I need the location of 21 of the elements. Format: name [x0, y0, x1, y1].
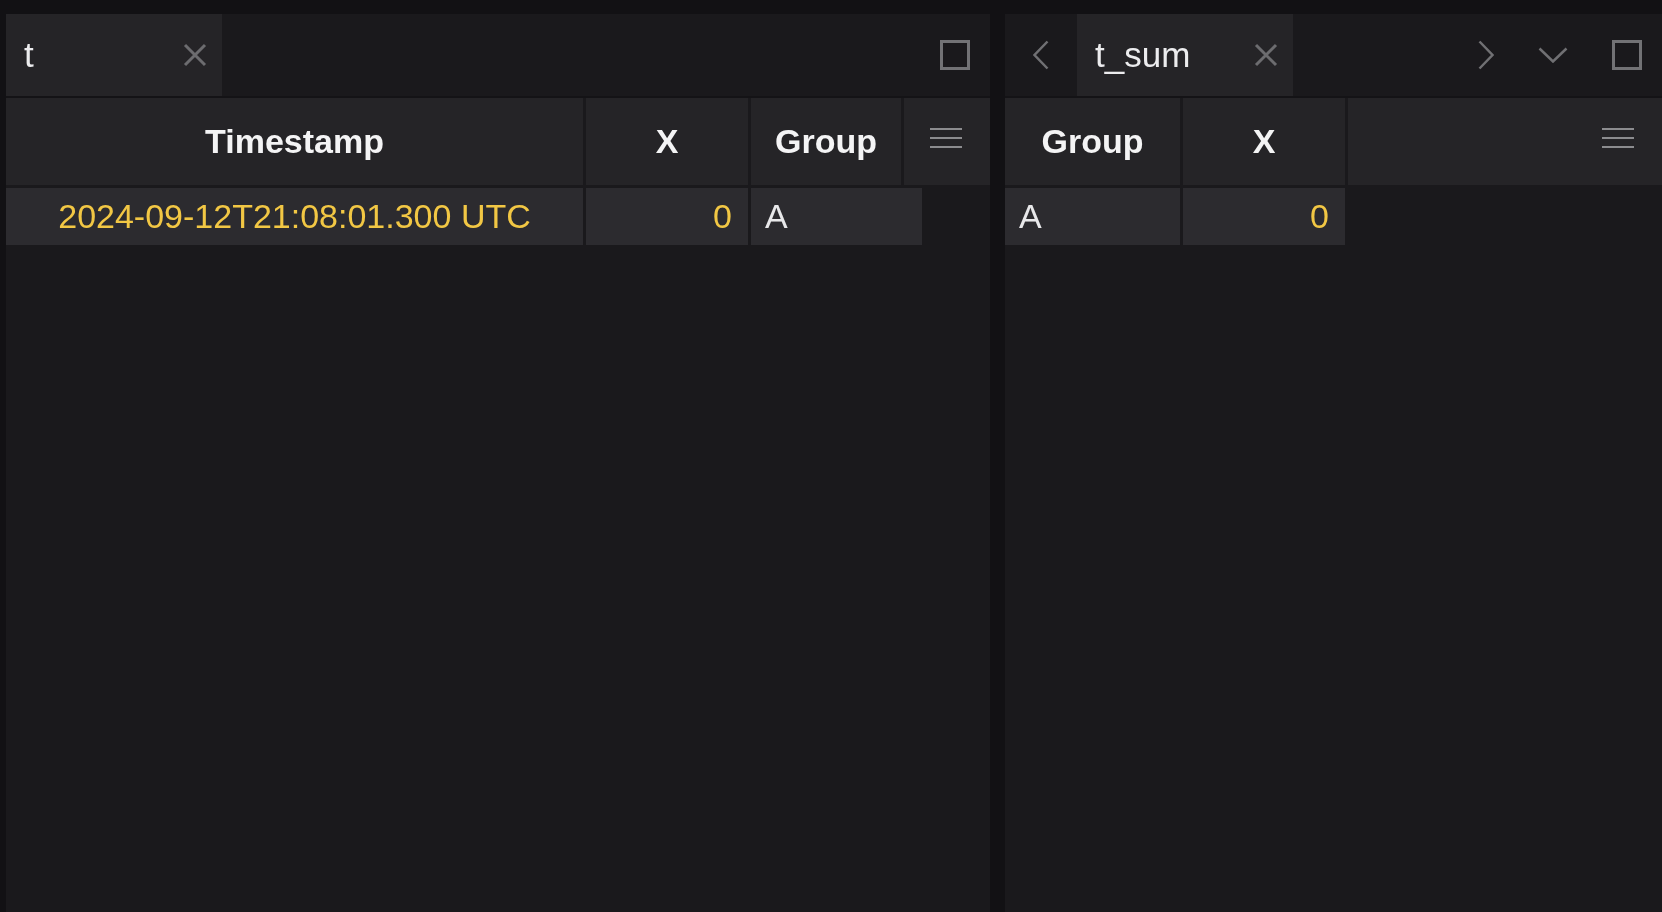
- column-header[interactable]: Group: [751, 98, 901, 185]
- maximize-icon[interactable]: [1612, 40, 1642, 70]
- tab[interactable]: t_sum: [1077, 14, 1293, 96]
- chevron-down-icon[interactable]: [1538, 47, 1568, 63]
- close-icon[interactable]: [183, 43, 207, 67]
- table-cell: 2024-09-12T21:08:01.300 UTC: [6, 188, 583, 245]
- table-cell: A: [751, 188, 922, 245]
- table-cell: 0: [586, 188, 748, 245]
- tab[interactable]: t: [6, 14, 222, 96]
- column-header[interactable]: X: [586, 98, 748, 185]
- menu-icon[interactable]: [930, 128, 962, 148]
- menu-icon[interactable]: [1602, 128, 1634, 148]
- close-icon[interactable]: [1254, 43, 1278, 67]
- chevron-right-icon[interactable]: [1478, 40, 1494, 70]
- column-header[interactable]: Group: [1005, 98, 1180, 185]
- table-cell: A: [1005, 188, 1180, 245]
- maximize-icon[interactable]: [940, 40, 970, 70]
- column-header[interactable]: Timestamp: [6, 98, 583, 185]
- column-header[interactable]: X: [1183, 98, 1345, 185]
- chevron-left-icon[interactable]: [1033, 40, 1049, 70]
- table-cell: 0: [1183, 188, 1345, 245]
